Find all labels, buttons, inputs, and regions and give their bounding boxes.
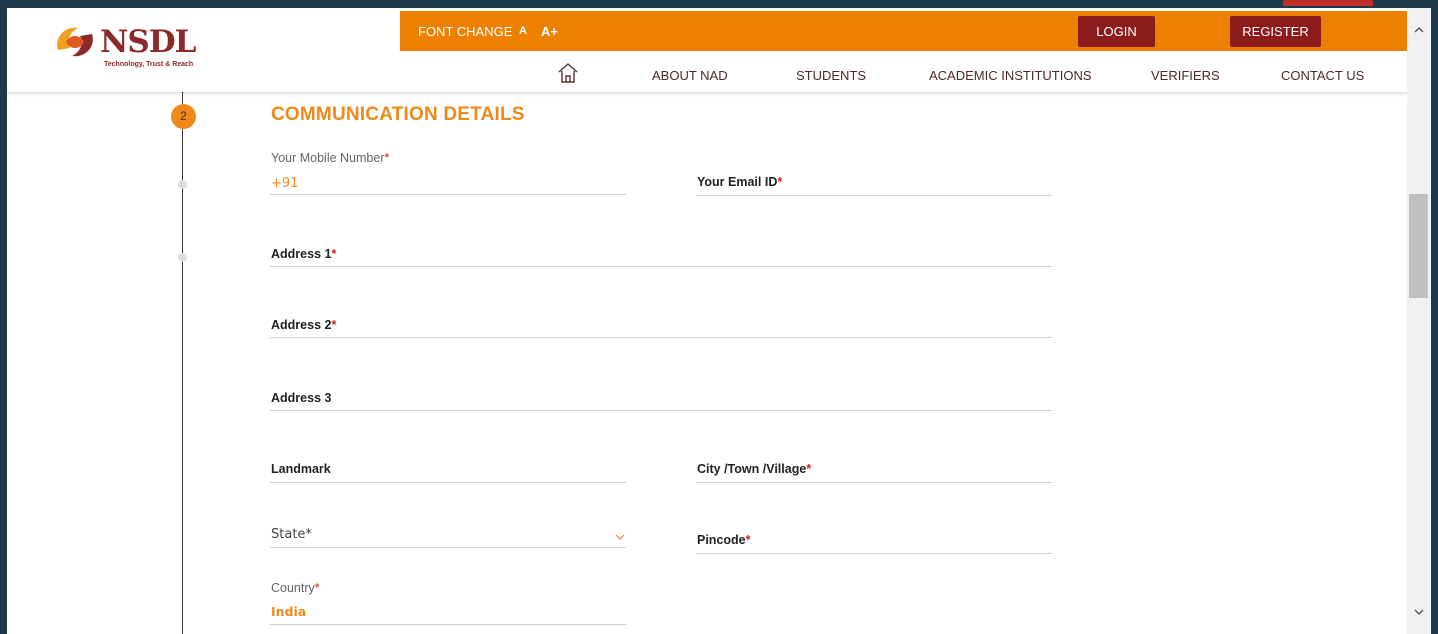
landmark-input[interactable]: Landmark	[270, 459, 626, 483]
home-icon[interactable]	[557, 62, 579, 84]
nav-verifiers[interactable]: VERIFIERS	[1151, 68, 1220, 83]
step-number-badge: 2	[171, 104, 196, 129]
section-title: COMMUNICATION DETAILS	[271, 104, 525, 125]
address2-input[interactable]: Address 2*	[270, 315, 1052, 338]
country-label: Country*	[271, 581, 320, 595]
window-right-strip	[1431, 0, 1438, 634]
page-scrollbar[interactable]	[1407, 8, 1431, 634]
scroll-down-icon[interactable]	[1413, 606, 1425, 618]
pincode-label: Pincode*	[697, 533, 751, 547]
nav-academic-institutions[interactable]: ACADEMIC INSTITUTIONS	[929, 68, 1092, 83]
email-input[interactable]: Your Email ID*	[696, 172, 1052, 196]
address2-label: Address 2*	[271, 318, 337, 332]
page-frame: NSDL Technology, Trust & Reach FONT CHAN…	[7, 8, 1414, 634]
step-timeline-line	[182, 92, 183, 634]
address1-input[interactable]: Address 1*	[270, 244, 1052, 267]
city-label: City /Town /Village*	[697, 462, 812, 476]
country-value: India	[271, 604, 307, 619]
state-select[interactable]: State*	[270, 525, 626, 548]
nav-contact-us[interactable]: CONTACT US	[1281, 68, 1364, 83]
font-change-label: FONT CHANGE	[418, 24, 513, 39]
mobile-country-code: +91	[271, 176, 299, 191]
country-input[interactable]: India	[270, 602, 626, 625]
pincode-input[interactable]: Pincode*	[696, 530, 1052, 554]
top-utility-bar: FONT CHANGE A A+ LOGIN REGISTER	[400, 11, 1414, 51]
font-increase-button[interactable]: A+	[541, 24, 558, 39]
address3-label: Address 3	[271, 391, 332, 405]
landmark-label: Landmark	[271, 462, 331, 476]
email-label: Your Email ID*	[697, 175, 783, 189]
main-nav: ABOUT NAD STUDENTS ACADEMIC INSTITUTIONS…	[7, 52, 1414, 92]
mobile-input[interactable]: +91	[270, 173, 626, 195]
scrollbar-thumb[interactable]	[1409, 194, 1428, 298]
timeline-dot	[178, 253, 187, 262]
window-top-strip	[0, 0, 1438, 8]
register-button[interactable]: REGISTER	[1230, 16, 1321, 47]
mobile-label: Your Mobile Number*	[271, 151, 390, 165]
timeline-dot	[178, 180, 187, 189]
site-header: NSDL Technology, Trust & Reach FONT CHAN…	[7, 8, 1414, 93]
nav-students[interactable]: STUDENTS	[796, 68, 866, 83]
address1-label: Address 1*	[271, 247, 337, 261]
scroll-up-icon[interactable]	[1413, 24, 1425, 36]
nav-about-nad[interactable]: ABOUT NAD	[652, 68, 728, 83]
chevron-down-icon	[615, 534, 625, 540]
address3-input[interactable]: Address 3	[270, 388, 1052, 411]
state-select-value: State*	[271, 527, 312, 542]
login-button[interactable]: LOGIN	[1078, 16, 1155, 47]
city-input[interactable]: City /Town /Village*	[696, 459, 1052, 483]
top-accent-bar	[1283, 0, 1373, 6]
font-decrease-button[interactable]: A	[519, 25, 527, 37]
